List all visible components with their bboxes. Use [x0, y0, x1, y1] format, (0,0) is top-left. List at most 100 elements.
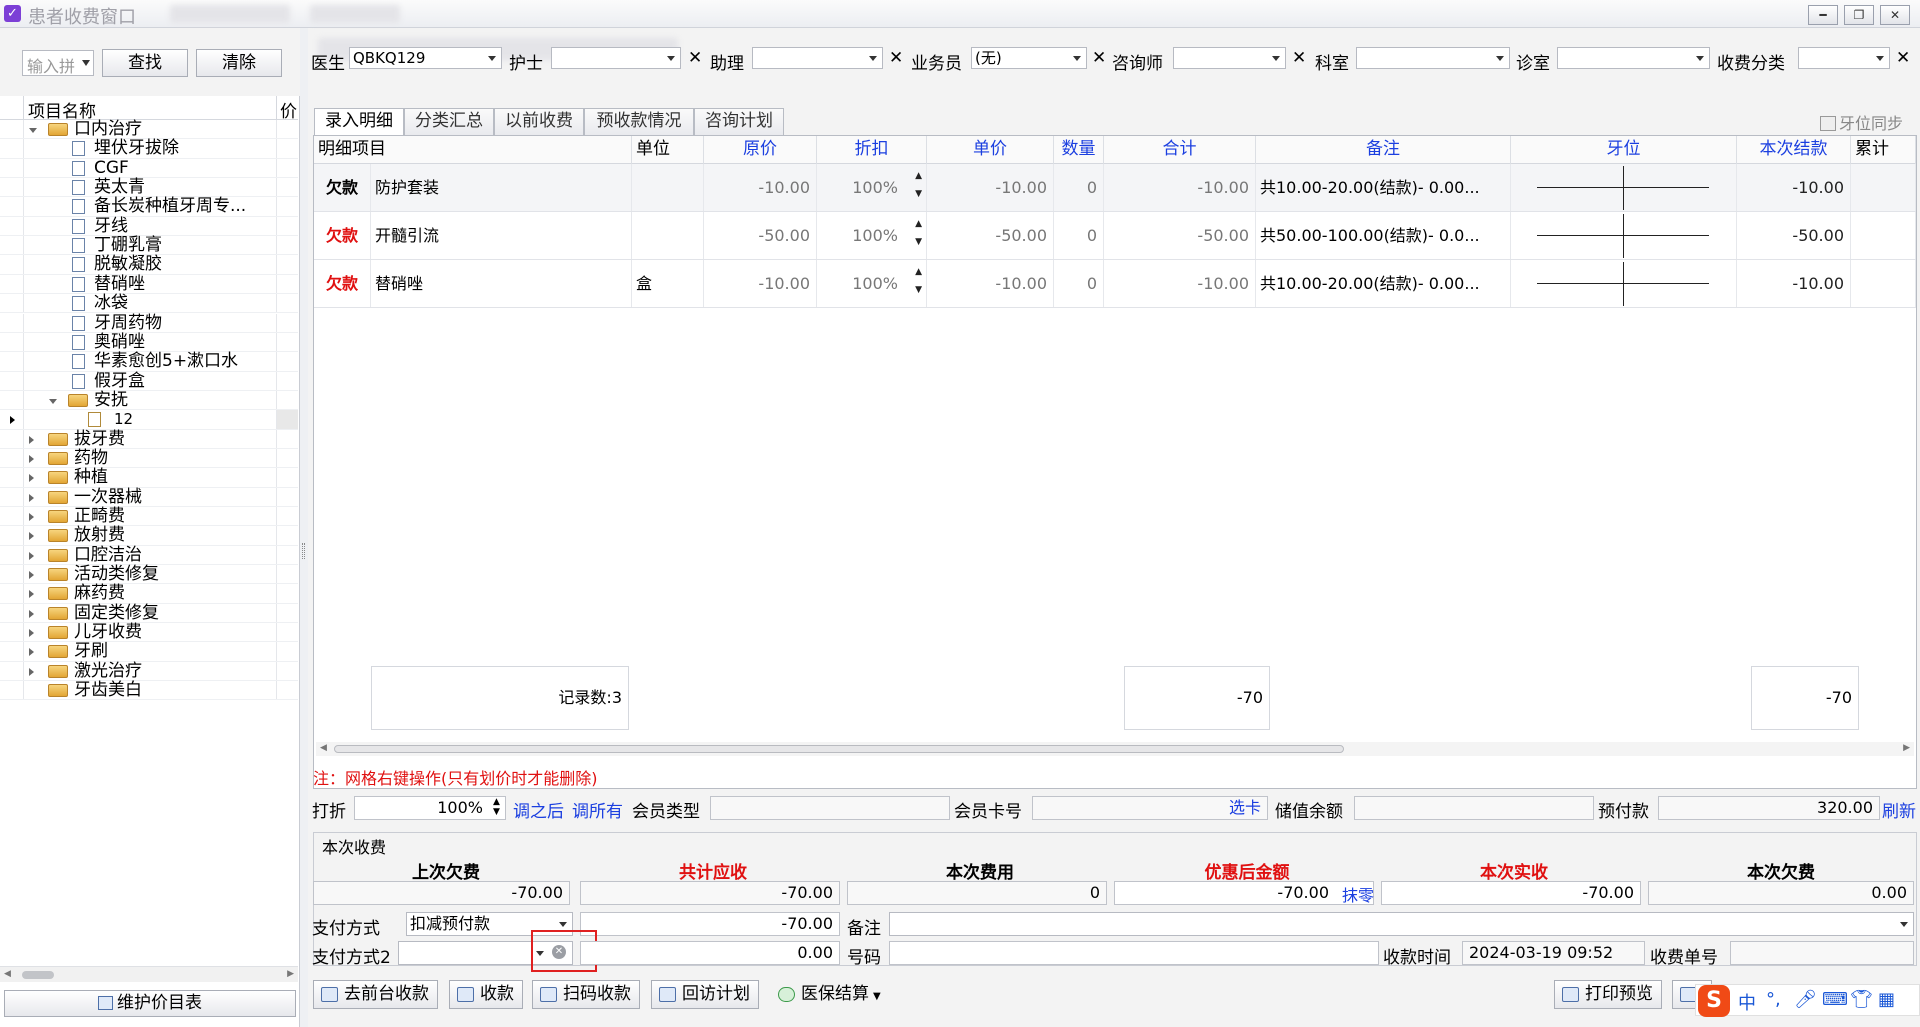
- grid-h-scrollbar[interactable]: ◀ ▶: [316, 742, 1914, 756]
- print-preview-button[interactable]: 打印预览: [1554, 980, 1662, 1009]
- cell-remark[interactable]: 共10.00-20.00(结款)- 0.00...: [1256, 164, 1511, 211]
- scan-charge-button[interactable]: 扫码收款: [532, 980, 640, 1009]
- tree-item[interactable]: 华素愈创5+漱口水: [0, 351, 298, 372]
- expand-icon[interactable]: [29, 667, 34, 676]
- pay-amount-input[interactable]: -70.00: [580, 912, 840, 936]
- discounted-amount-input[interactable]: -70.00: [1114, 881, 1374, 905]
- category-combo[interactable]: [1798, 47, 1890, 69]
- expand-icon[interactable]: [29, 571, 34, 580]
- cell-tooth[interactable]: [1511, 212, 1737, 259]
- cell-disc[interactable]: 100% ▲ ▼: [817, 212, 927, 259]
- cell-price[interactable]: -50.00: [927, 212, 1054, 259]
- expand-icon[interactable]: [29, 590, 34, 599]
- tree-item[interactable]: 备长炭种植牙周专...: [0, 197, 298, 217]
- skin-icon[interactable]: 👕︎: [1850, 989, 1873, 1010]
- cell-orig[interactable]: -10.00: [704, 260, 817, 307]
- clear-salesman-icon[interactable]: ✕: [1092, 47, 1106, 69]
- keyboard-icon[interactable]: ⌨︎: [1822, 989, 1848, 1010]
- tab-category-summary[interactable]: 分类汇总: [404, 108, 494, 135]
- find-button[interactable]: 查找: [102, 49, 188, 77]
- collapse-icon[interactable]: [49, 398, 57, 404]
- table-row[interactable]: 欠款 替硝唑盒 -10.00 100% ▲ ▼ -10.00 0 -10.00 共10.00-20…: [314, 260, 1916, 308]
- col-cumulative[interactable]: 累计: [1851, 136, 1916, 164]
- cell-remark[interactable]: 共10.00-20.00(结款)- 0.00...: [1256, 260, 1511, 307]
- expand-icon[interactable]: [29, 513, 34, 521]
- expand-icon[interactable]: [29, 493, 34, 502]
- punctuation-icon[interactable]: °,: [1766, 989, 1781, 1010]
- col-original-price[interactable]: 原价: [704, 136, 817, 164]
- cell-orig[interactable]: -50.00: [704, 212, 817, 259]
- cell-qty[interactable]: 0: [1054, 164, 1104, 211]
- tree-item[interactable]: 牙齿美白: [0, 680, 298, 701]
- tree-item[interactable]: 口腔洁治: [0, 545, 298, 566]
- scroll-right-icon[interactable]: ▶: [287, 969, 294, 979]
- cell-disc[interactable]: 100% ▲ ▼: [817, 164, 927, 211]
- search-combo[interactable]: 输入拼: [22, 50, 94, 76]
- cell-status[interactable]: 欠款: [314, 164, 371, 211]
- adjust-all-link[interactable]: 调所有: [572, 797, 623, 822]
- discount-input[interactable]: 100%: [354, 796, 506, 820]
- cell-unit[interactable]: [632, 164, 704, 211]
- tree-item[interactable]: 埋伏牙拔除: [0, 138, 298, 159]
- select-card-link[interactable]: 选卡: [1229, 798, 1261, 817]
- tree-item[interactable]: 儿牙收费: [0, 622, 298, 643]
- tree-item[interactable]: 拔牙费: [0, 429, 298, 449]
- cell-total[interactable]: -10.00: [1104, 164, 1256, 211]
- cell-status[interactable]: 欠款: [314, 260, 371, 307]
- tree-item[interactable]: 药物: [0, 448, 298, 469]
- cell-cum[interactable]: [1851, 164, 1916, 211]
- number-input[interactable]: [889, 941, 1379, 965]
- collapse-icon[interactable]: [29, 128, 37, 133]
- tree-item[interactable]: 口内治疗: [0, 119, 298, 140]
- tab-entry-detail[interactable]: 录入明细: [314, 108, 404, 136]
- tree-item[interactable]: 牙周药物: [0, 313, 298, 333]
- clear-consultant-icon[interactable]: ✕: [1292, 47, 1306, 69]
- expand-icon[interactable]: [29, 454, 34, 463]
- tree-item[interactable]: 麻药费: [0, 584, 298, 604]
- cell-total[interactable]: -10.00: [1104, 260, 1256, 307]
- cell-remark[interactable]: 共50.00-100.00(结款)- 0.0...: [1256, 212, 1511, 259]
- cell-unit[interactable]: [632, 212, 704, 259]
- cell-status[interactable]: 欠款: [314, 212, 371, 259]
- scroll-thumb[interactable]: [22, 971, 54, 979]
- cell-unit[interactable]: 盒: [632, 260, 704, 307]
- ime-toolbar[interactable]: S 中 °, 🎤︎ ⌨︎ 👕︎ ▦: [1695, 984, 1920, 1017]
- cell-name[interactable]: 开髓引流: [371, 212, 632, 259]
- col-discount[interactable]: 折扣: [817, 136, 927, 164]
- discount-spinner-icon[interactable]: ▲ ▼: [915, 268, 922, 295]
- expand-icon[interactable]: [29, 609, 34, 618]
- front-desk-charge-button[interactable]: 去前台收款: [313, 980, 438, 1009]
- tab-previous-charges[interactable]: 以前收费: [494, 108, 584, 135]
- pay-amount2-input[interactable]: 0.00: [580, 941, 840, 965]
- clear-button[interactable]: 清除: [196, 49, 282, 77]
- cell-tooth[interactable]: [1511, 260, 1737, 307]
- scroll-right-icon[interactable]: ▶: [1903, 743, 1910, 753]
- expand-icon[interactable]: [29, 629, 34, 638]
- tree-item[interactable]: 英太青: [0, 177, 298, 198]
- cell-pay[interactable]: -50.00: [1737, 212, 1851, 259]
- table-row[interactable]: 欠款 开髓引流 -50.00 100% ▲ ▼ -50.00 0 -50.00 共50.00-10…: [314, 212, 1916, 260]
- col-total[interactable]: 合计: [1104, 136, 1256, 164]
- splitter[interactable]: [300, 28, 308, 1027]
- tree-item[interactable]: 一次器械: [0, 487, 298, 507]
- cell-orig[interactable]: -10.00: [704, 164, 817, 211]
- scroll-thumb[interactable]: [334, 745, 1344, 753]
- discount-spinner[interactable]: ▲ ▼: [493, 797, 500, 817]
- tree-item[interactable]: 牙刷: [0, 642, 298, 662]
- member-type-field[interactable]: [710, 796, 950, 820]
- clinic-combo[interactable]: [1557, 47, 1710, 69]
- salesman-combo[interactable]: (无): [971, 47, 1087, 69]
- cell-disc[interactable]: 100% ▲ ▼: [817, 260, 927, 307]
- doctor-combo[interactable]: QBKQ129: [349, 47, 502, 69]
- cell-total[interactable]: -50.00: [1104, 212, 1256, 259]
- cell-cum[interactable]: [1851, 212, 1916, 259]
- ime-lang[interactable]: 中: [1738, 989, 1756, 1015]
- expand-icon[interactable]: [29, 435, 34, 444]
- actual-received-input[interactable]: -70.00: [1381, 881, 1641, 905]
- refresh-link[interactable]: 刷新: [1882, 797, 1916, 822]
- cell-pay[interactable]: -10.00: [1737, 260, 1851, 307]
- cell-qty[interactable]: 0: [1054, 212, 1104, 259]
- tree-h-scrollbar[interactable]: ◀ ▶: [0, 966, 298, 982]
- expand-icon[interactable]: [29, 648, 34, 657]
- remark-combo[interactable]: [889, 912, 1914, 936]
